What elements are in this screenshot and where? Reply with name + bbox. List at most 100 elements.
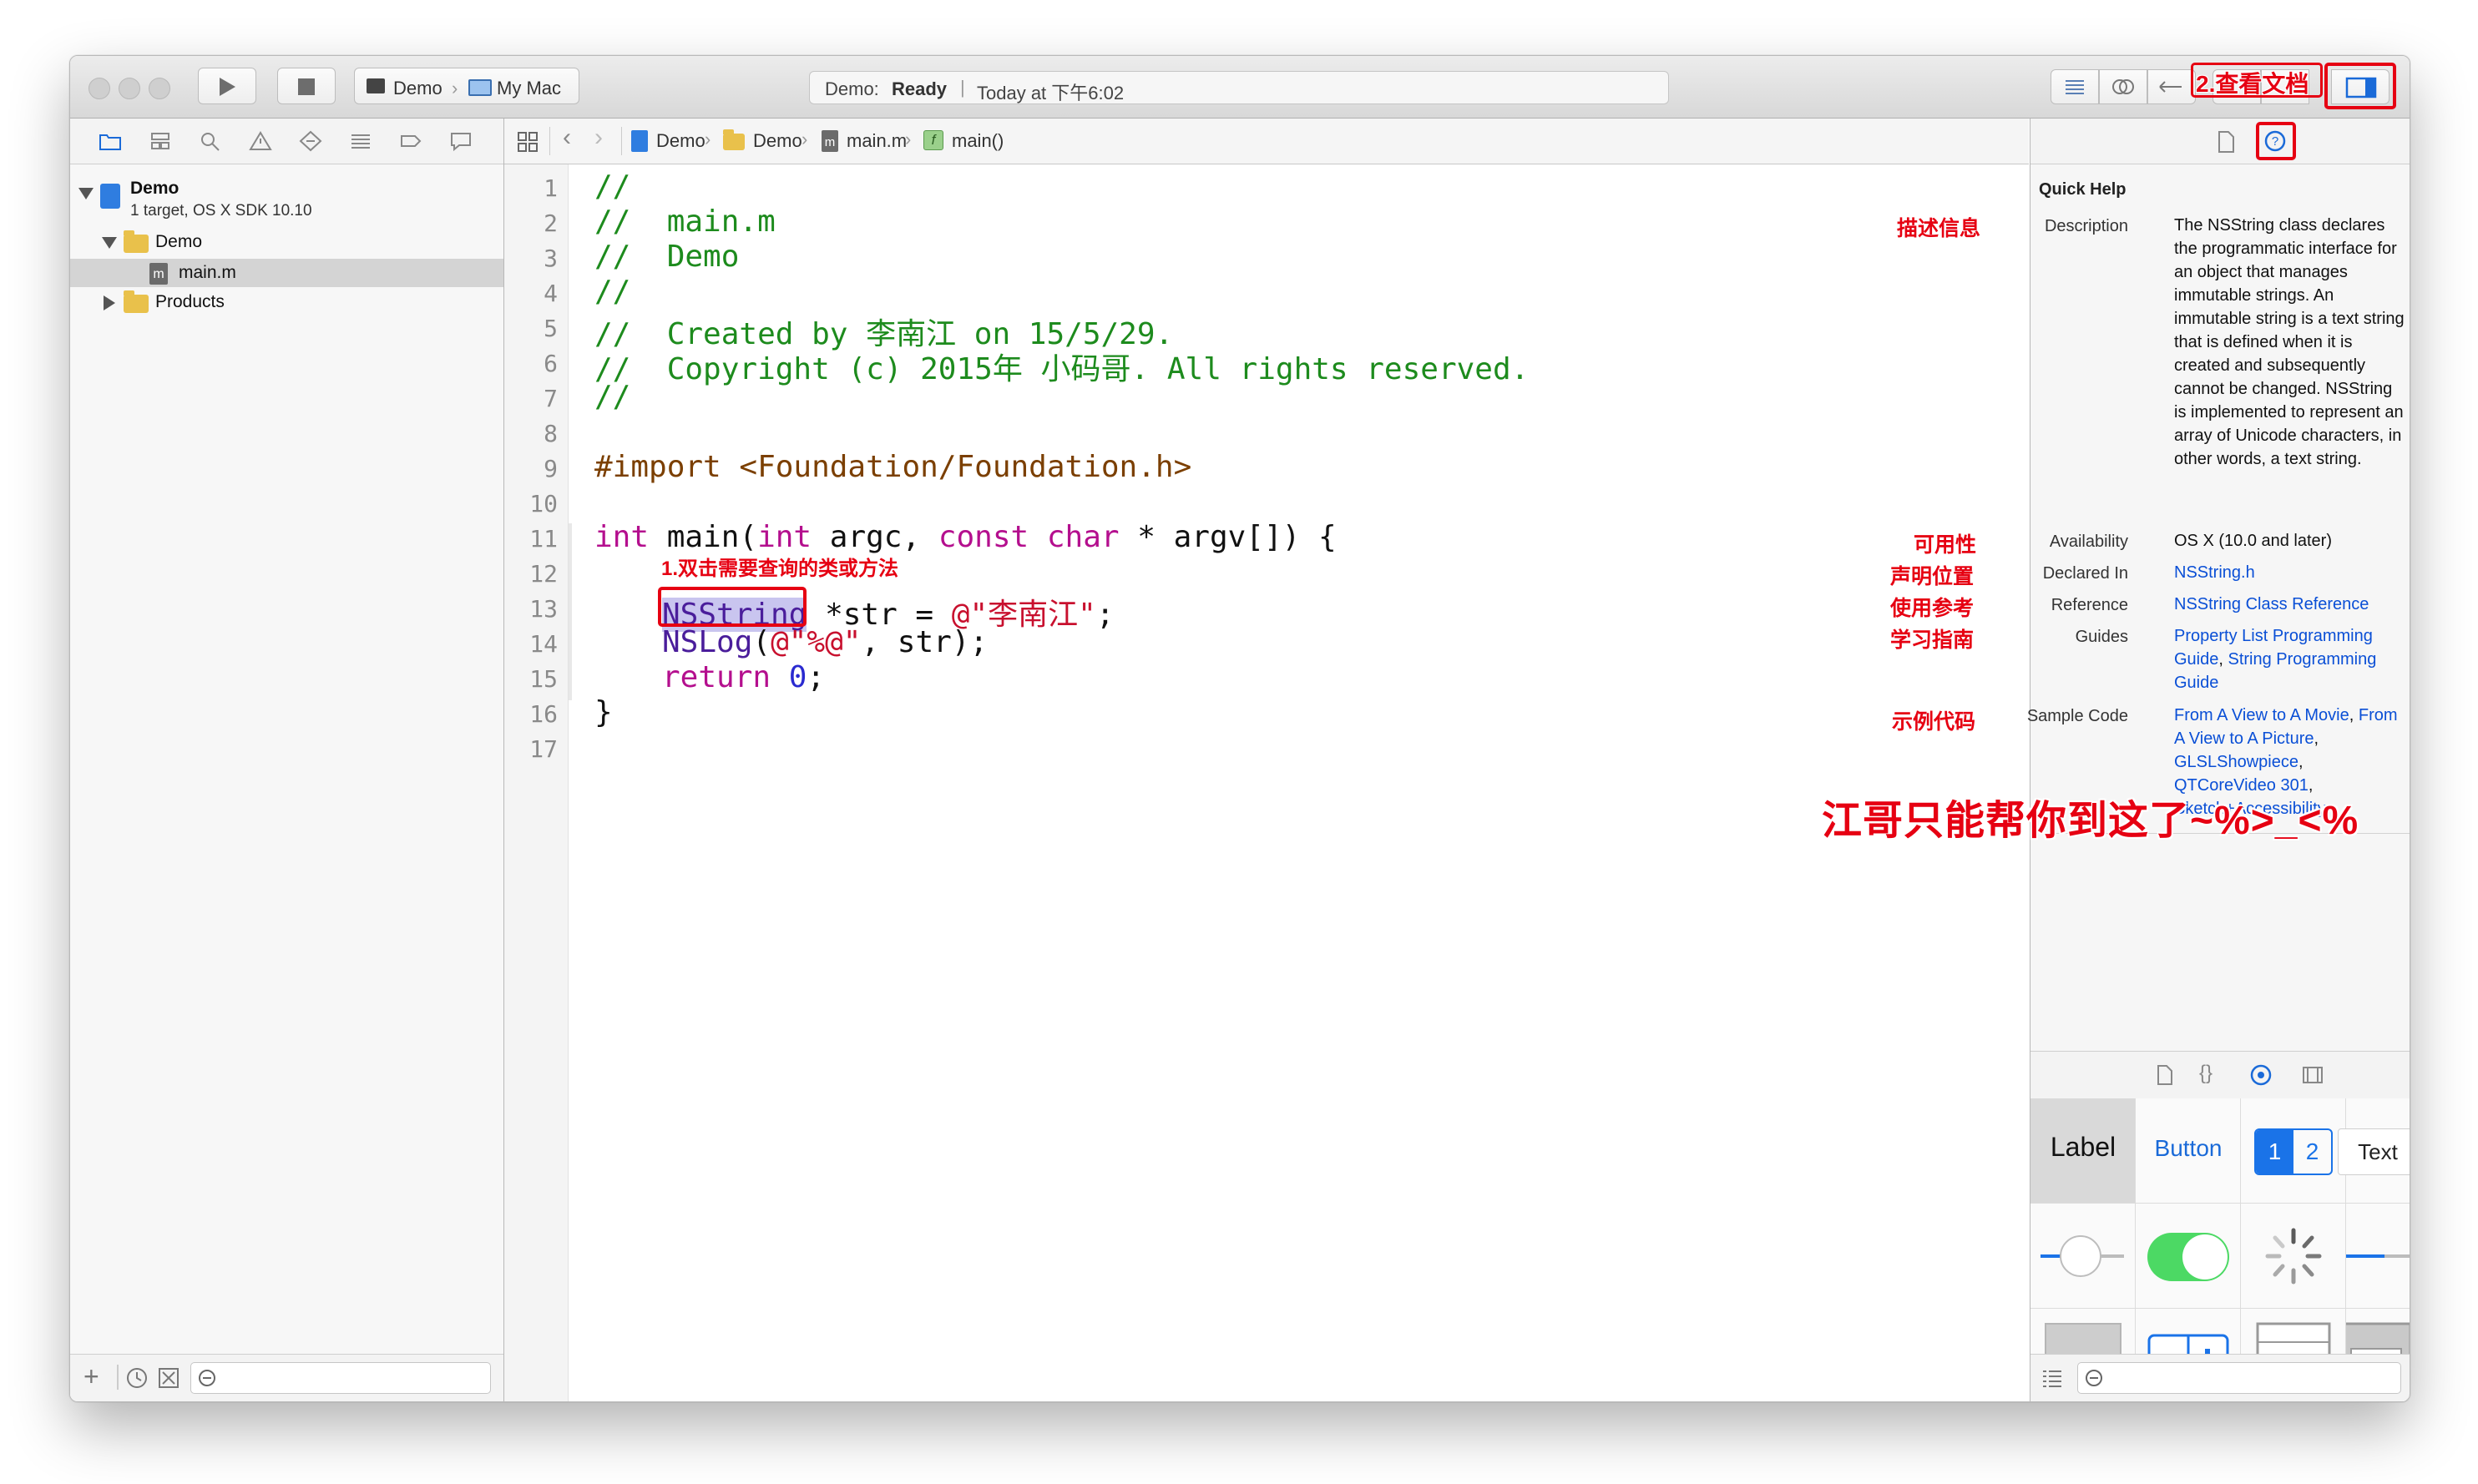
folder-icon [723,129,745,150]
close-window-button[interactable] [88,78,110,99]
navigator-filter-input[interactable] [190,1362,491,1394]
code-token: main( [649,520,758,554]
app-icon [367,78,385,93]
label-item-text: Label [2050,1132,2116,1162]
group-demo-label: Demo [155,232,203,251]
highlight-annotation-view-docs [2191,63,2323,98]
sample-link[interactable]: GLSLShowpiece [2174,753,2298,771]
scheme-selector[interactable]: Demo › My Mac [354,68,579,104]
debug-lines-icon[interactable] [349,130,372,152]
library-item-label[interactable]: Label [2030,1098,2136,1204]
sample-link[interactable]: From A View to A Movie [2174,706,2349,724]
file-template-icon[interactable] [2156,1063,2174,1087]
assistant-icon [2112,79,2134,94]
number-literal: 0 [788,660,807,694]
code-snippet-icon[interactable]: {} [2199,1062,2212,1085]
crumb-project[interactable]: Demo [656,130,705,152]
line-number: 17 [529,735,558,763]
description-label: Description [2044,217,2128,235]
line-number: 12 [529,560,558,588]
line-number: 10 [529,490,558,517]
standard-editor-button[interactable] [2051,69,2099,104]
m-file-icon: m [822,130,838,152]
chevron-right-icon: › [705,129,711,149]
run-button[interactable] [198,68,256,104]
crumb-group[interactable]: Demo [753,130,802,152]
group-products-row[interactable]: Products [70,289,503,317]
search-icon[interactable] [199,130,222,152]
code-line-14: NSLog(@"%@", str); [662,625,988,659]
crumb-function[interactable]: main() [952,130,1004,152]
crumb-file[interactable]: main.m [847,130,907,152]
reference-link[interactable]: NSString Class Reference [2174,593,2406,616]
divider [117,1365,119,1390]
library-filter-input[interactable] [2077,1362,2401,1394]
add-icon[interactable]: + [83,1361,99,1392]
folder-icon[interactable] [99,130,122,152]
progress-bar-icon [2346,1254,2410,1258]
forward-arrow-icon[interactable]: › [594,124,603,152]
stop-button[interactable] [277,68,336,104]
spinner-icon [2265,1228,2322,1285]
line-number: 3 [544,245,558,272]
line-number: 6 [544,350,558,377]
assistant-editor-button[interactable] [2099,69,2147,104]
group-products-label: Products [155,292,225,311]
status-divider: | [960,77,965,98]
annotation-guides: 学习指南 [1890,628,1975,652]
status-state: Ready [892,78,948,99]
library-item-activity-indicator[interactable] [2241,1204,2346,1309]
library-item-progress-view[interactable] [2346,1204,2410,1309]
report-icon[interactable] [449,130,473,152]
object-library-icon[interactable] [2249,1063,2273,1087]
string-literal: @"%@" [771,625,862,659]
library-item-switch[interactable] [2136,1204,2241,1309]
warning-icon[interactable] [249,130,272,152]
status-project: Demo: [825,78,879,99]
file-inspector-icon[interactable] [2216,130,2236,154]
code-line-15: return 0; [662,660,825,694]
button-item-text: Button [2154,1135,2223,1161]
library-item-text-field[interactable]: Text [2338,1098,2410,1204]
chevron-right-icon: › [452,78,458,98]
file-main-row[interactable]: m main.m [70,259,503,287]
line-number: 13 [529,595,558,623]
code-line-4: // [594,275,631,309]
divider [621,127,622,155]
availability-text: OS X (10.0 and later) [2174,532,2332,550]
breakpoint-icon[interactable] [399,130,422,152]
library-item-button[interactable]: Button [2136,1098,2241,1204]
code-token: * argv[]) { [1119,520,1337,554]
highlight-nsstring [658,587,807,627]
media-library-icon[interactable] [2301,1063,2324,1087]
zoom-window-button[interactable] [149,78,170,99]
availability-label: Availability [2049,533,2128,551]
annotation-declared: 声明位置 [1890,565,1975,588]
symbol-navigator-icon[interactable] [149,130,172,152]
clock-icon[interactable] [125,1366,149,1390]
list-view-icon[interactable] [2041,1366,2064,1390]
separator: , [2218,650,2228,669]
disclosure-down-icon[interactable] [78,188,94,199]
project-row[interactable]: Demo 1 target, OS X SDK 10.10 [70,177,503,224]
minimize-window-button[interactable] [119,78,140,99]
related-items-grid-icon[interactable] [516,130,539,154]
library-item-segmented-control[interactable]: 1 2 [2241,1098,2346,1204]
code-line-16: } [594,695,613,729]
disclosure-down-icon[interactable] [102,237,117,249]
version-editor-button[interactable] [2147,69,2196,104]
library-item-slider[interactable] [2030,1204,2136,1309]
disclosure-right-icon[interactable] [104,295,115,310]
declared-link[interactable]: NSString.h [2174,561,2406,584]
back-arrow-icon[interactable]: ‹ [563,124,571,152]
line-number: 1 [544,174,558,202]
chevron-right-icon: › [802,129,808,149]
scm-filter-icon[interactable] [157,1366,180,1390]
annotation-availability: 可用性 [1914,533,1977,557]
project-icon [631,130,648,152]
function-icon: f [923,130,943,150]
function-token: NSLog [662,625,753,659]
guides-links: Property List Programming Guide, String … [2174,624,2406,694]
group-demo-row[interactable]: Demo [70,229,503,257]
test-diamond-icon[interactable] [299,130,322,152]
